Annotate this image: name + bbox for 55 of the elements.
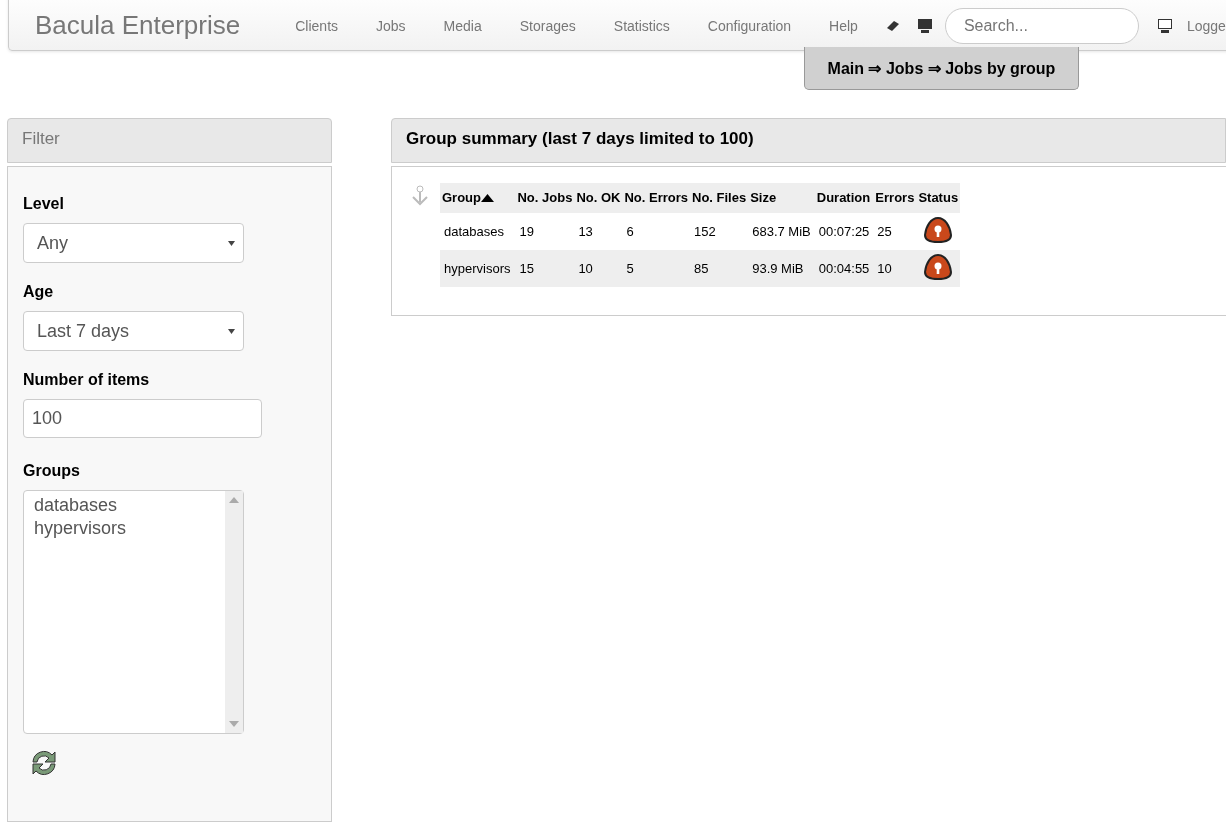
table-cell: 00:04:55: [814, 250, 874, 287]
search-field[interactable]: Search...: [944, 7, 1139, 44]
level-select[interactable]: Any: [23, 223, 244, 263]
column-header[interactable]: Duration: [814, 183, 874, 213]
warning-icon: [923, 253, 954, 281]
age-select[interactable]: Last 7 days: [23, 311, 244, 351]
column-header[interactable]: No. Jobs: [515, 183, 575, 213]
caret-icon: [228, 240, 235, 246]
menu-link[interactable]: Media: [424, 17, 501, 34]
field-label: Age: [23, 283, 55, 301]
table-cell: 152: [690, 213, 749, 250]
monitor-icon[interactable]: [916, 17, 933, 34]
menu-link[interactable]: Configuration: [688, 17, 811, 34]
table-cell: 13: [574, 213, 623, 250]
table-cell: 683.7 MiB: [748, 213, 815, 250]
groups-list[interactable]: databases hypervisors: [23, 490, 244, 734]
table-cell: 25: [873, 213, 917, 250]
field-label: Groups: [23, 462, 81, 480]
column-header[interactable]: No. OK: [574, 183, 623, 213]
table-cell: 15: [515, 250, 575, 287]
table-cell: 00:07:25: [814, 213, 874, 250]
brand-title[interactable]: Bacula Enterprise: [35, 10, 241, 41]
menu-link[interactable]: Storages: [500, 17, 595, 34]
column-header[interactable]: No. Errors: [622, 183, 690, 213]
menu-link[interactable]: Clients: [276, 17, 358, 34]
breadcrumb: Main ⇒ Jobs ⇒ Jobs by group: [804, 47, 1079, 90]
menu-link[interactable]: Jobs: [357, 17, 425, 34]
column-header[interactable]: Status: [916, 183, 961, 213]
menu-link[interactable]: Statistics: [594, 17, 689, 34]
table-cell: 19: [515, 213, 575, 250]
column-header[interactable]: Group: [440, 183, 516, 213]
column-header[interactable]: No. Files: [690, 183, 749, 213]
monitor-icon[interactable]: [1156, 17, 1173, 34]
table-cell: 85: [690, 250, 749, 287]
caret-icon: [228, 328, 235, 334]
column-header[interactable]: Size: [748, 183, 815, 213]
list-option[interactable]: hypervisors: [34, 517, 215, 540]
number-input[interactable]: 100: [23, 399, 262, 438]
user-label[interactable]: Logge: [1186, 17, 1226, 34]
table-cell: 10: [574, 250, 623, 287]
warning-icon: [923, 216, 954, 244]
table-cell: 10: [873, 250, 917, 287]
table-cell: 5: [622, 250, 690, 287]
table-cell: hypervisors: [440, 250, 516, 287]
table-cell: 93.9 MiB: [748, 250, 815, 287]
table-cell: databases: [440, 213, 516, 250]
field-label: Number of items: [23, 371, 151, 389]
menu-link[interactable]: Help: [810, 17, 877, 34]
table-cell: 6: [622, 213, 690, 250]
list-option[interactable]: databases: [34, 494, 215, 517]
sort-arrow-icon: [481, 194, 494, 202]
field-label: Level: [23, 195, 65, 213]
panel-title: Filter: [7, 118, 332, 163]
column-header[interactable]: Errors: [873, 183, 917, 213]
panel-title: Group summary (last 7 days limited to 100): [391, 118, 1226, 163]
